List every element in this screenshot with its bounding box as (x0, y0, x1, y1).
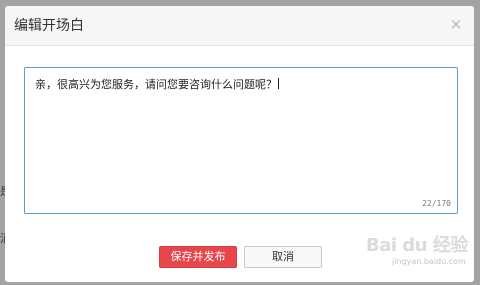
dialog-header: 编辑开场白 × (5, 6, 474, 46)
greeting-text-value: 亲，很高兴为您服务，请问您要咨询什么问题呢？ (35, 78, 277, 91)
close-icon[interactable]: × (448, 16, 464, 32)
watermark-logo-text: Bai du 经验 (366, 235, 468, 256)
text-caret (278, 78, 279, 89)
greeting-text: 亲，很高兴为您服务，请问您要咨询什么问题呢？ (35, 78, 447, 92)
dialog-title: 编辑开场白 (14, 18, 84, 34)
cancel-button[interactable]: 取消 (244, 246, 322, 268)
watermark-url: jingyan.baidu.com (392, 257, 466, 266)
baidu-jingyan-watermark: Bai du 经验 jingyan.baidu.com (366, 231, 474, 273)
greeting-textarea[interactable]: 亲，很高兴为您服务，请问您要咨询什么问题呢？ 22/170 (24, 67, 458, 214)
char-counter: 22/170 (422, 199, 451, 208)
save-publish-button[interactable]: 保存并发布 (159, 246, 237, 268)
